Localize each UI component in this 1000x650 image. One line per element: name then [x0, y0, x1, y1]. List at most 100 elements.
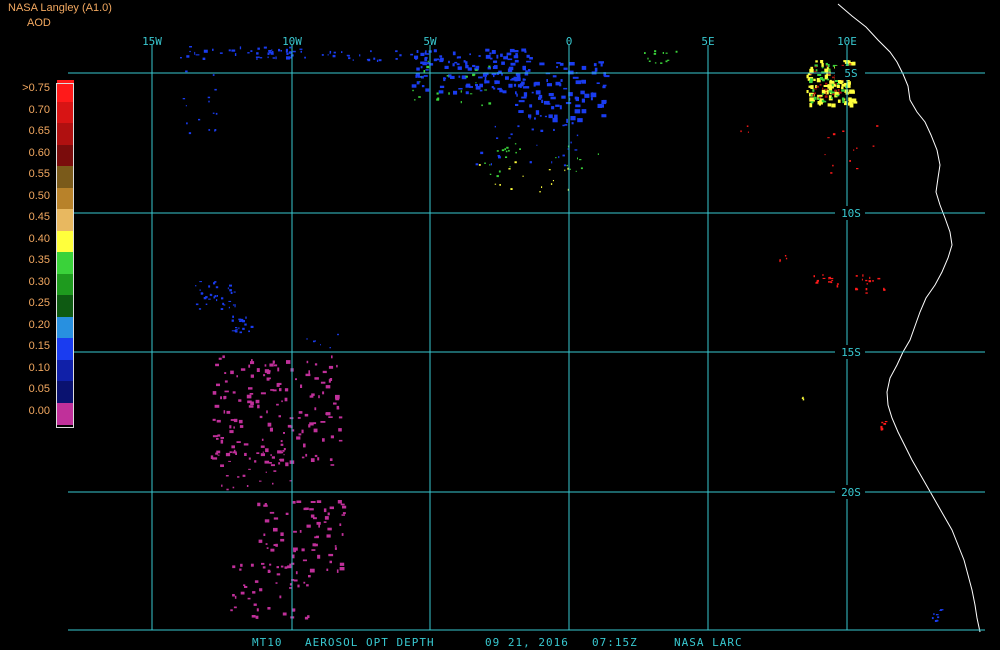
- aod-pixel: [228, 49, 231, 52]
- aod-pixel: [273, 527, 278, 532]
- aod-pixel: [286, 52, 289, 55]
- aod-pixel: [376, 59, 379, 62]
- aod-pixel: [208, 129, 211, 131]
- aod-pixel: [539, 62, 545, 66]
- aod-pixel: [508, 137, 511, 139]
- aod-pixel: [822, 274, 824, 276]
- aod-pixel: [338, 439, 343, 442]
- aod-pixel: [296, 436, 301, 440]
- aod-pixel: [273, 364, 278, 367]
- aod-pixel: [419, 81, 421, 83]
- aod-pixel: [199, 281, 202, 283]
- aod-pixel: [499, 89, 503, 93]
- aod-pixel: [489, 52, 492, 55]
- aod-pixel: [287, 424, 292, 428]
- aod-pixel: [420, 52, 425, 56]
- aod-pixel: [876, 125, 879, 127]
- aod-pixel: [812, 94, 815, 97]
- aod-pixel: [571, 122, 574, 125]
- aod-pixel: [820, 60, 824, 64]
- aod-pixel: [484, 89, 487, 91]
- aod-pixel: [212, 435, 218, 438]
- aod-pixel: [214, 129, 217, 131]
- aod-pixel: [550, 96, 556, 100]
- aod-pixel: [824, 154, 826, 156]
- aod-pixel: [232, 391, 236, 394]
- longitude-label: 0: [566, 35, 573, 48]
- aod-pixel: [230, 419, 235, 421]
- aod-pixel: [207, 96, 211, 99]
- aod-pixel: [228, 300, 232, 302]
- aod-pixel: [827, 84, 832, 89]
- aod-pixel: [303, 581, 306, 584]
- aod-pixel: [251, 615, 256, 618]
- aod-pixel: [254, 460, 257, 463]
- aod-pixel: [856, 147, 858, 149]
- aod-pixel: [427, 60, 429, 63]
- aod-pixel: [475, 65, 480, 69]
- aod-pixel: [212, 391, 217, 395]
- aod-pixel: [279, 595, 282, 599]
- aod-pixel: [475, 85, 481, 90]
- legend-label: 0.70: [28, 103, 50, 116]
- legend-label: 0.35: [28, 254, 50, 266]
- aod-pixel: [285, 566, 289, 569]
- aod-pixel: [277, 367, 280, 372]
- aod-pixel: [317, 457, 320, 461]
- aod-pixel: [842, 100, 845, 104]
- aod-pixel: [250, 50, 253, 52]
- aod-pixel: [584, 93, 590, 98]
- aod-pixel: [244, 323, 247, 326]
- aod-pixel: [594, 67, 598, 72]
- aod-pixel: [484, 162, 486, 164]
- aod-pixel: [522, 65, 526, 71]
- aod-pixel: [538, 94, 543, 99]
- aod-pixel: [395, 50, 398, 53]
- aod-pixel: [550, 183, 553, 185]
- aod-pixel: [439, 58, 444, 63]
- aod-pixel: [467, 67, 472, 71]
- aod-pixel: [359, 54, 361, 57]
- aod-pixel: [259, 480, 262, 482]
- aod-pixel: [286, 360, 291, 364]
- aod-pixel: [215, 363, 219, 367]
- aod-pixel: [529, 117, 531, 120]
- aod-pixel: [526, 54, 530, 58]
- aod-pixel: [276, 566, 279, 569]
- aod-pixel: [266, 377, 270, 381]
- aod-pixel: [313, 428, 318, 433]
- aod-pixel: [338, 416, 343, 419]
- aod-pixel: [825, 91, 827, 95]
- aod-pixel: [262, 451, 264, 453]
- aod-pixel: [572, 76, 579, 79]
- aod-pixel: [235, 328, 238, 330]
- aod-pixel: [509, 48, 515, 53]
- aod-pixel: [481, 104, 483, 107]
- aod-pixel: [304, 616, 309, 620]
- aod-pixel: [499, 184, 501, 186]
- aod-pixel: [322, 370, 327, 374]
- aod-pixel: [278, 415, 281, 418]
- aod-pixel: [277, 382, 282, 385]
- aod-pixel: [264, 519, 270, 523]
- aod-pixel: [868, 280, 872, 283]
- aod-pixel: [456, 56, 459, 59]
- aod-pixel: [266, 410, 268, 414]
- aod-pixel: [188, 132, 192, 135]
- aod-pixel: [832, 76, 835, 79]
- aod-pixel: [508, 168, 511, 170]
- aod-pixel: [560, 79, 563, 82]
- aod-pixel: [250, 563, 254, 567]
- aod-pixel: [283, 448, 286, 451]
- aod-pixel: [348, 57, 351, 60]
- aod-pixel: [539, 191, 541, 193]
- aod-pixel: [239, 331, 242, 334]
- aod-pixel: [327, 54, 329, 56]
- aod-pixel: [255, 615, 259, 619]
- aod-pixel: [256, 52, 259, 55]
- aod-pixel: [232, 565, 236, 569]
- aod-pixel: [489, 164, 491, 166]
- aod-pixel: [231, 330, 235, 332]
- aod-pixel: [285, 462, 289, 467]
- aod-pixel: [323, 508, 327, 513]
